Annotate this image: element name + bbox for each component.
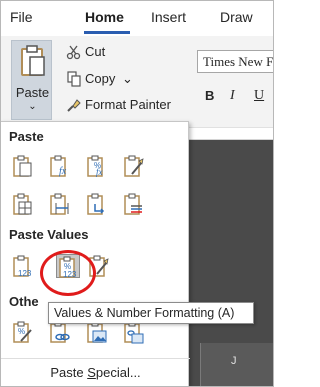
chevron-down-icon: ⌄ (122, 71, 133, 86)
tooltip: Values & Number Formatting (A) (48, 302, 254, 324)
font-name-input[interactable]: Times New F (197, 50, 274, 73)
menu-divider (1, 358, 190, 359)
paste-formatting-icon[interactable] (122, 192, 146, 216)
svg-text:%: % (18, 327, 25, 336)
format-painter-label: Format Painter (85, 97, 171, 112)
underline-button[interactable]: U (254, 88, 264, 104)
clipboard-icon (21, 45, 45, 76)
tab-draw[interactable]: Draw (220, 9, 253, 25)
column-header-row (200, 343, 274, 387)
cut-label: Cut (85, 44, 106, 59)
ribbon-home: Paste ⌄ Cut Copy ⌄ Format Painter Times … (0, 36, 274, 128)
paste-values-icon[interactable]: 123 (11, 254, 35, 278)
transpose-icon[interactable] (85, 192, 109, 216)
excel-window: File Home Insert Draw Paste ⌄ Cut Copy ⌄… (0, 0, 274, 387)
highlight-circle (40, 250, 96, 296)
paste-values-section-header: Paste Values (9, 227, 89, 242)
format-painter-button[interactable]: Format Painter (66, 97, 176, 115)
cut-button[interactable]: Cut (66, 44, 126, 62)
chevron-down-icon: ⌄ (28, 101, 37, 112)
other-paste-options-section-header: Othe (9, 294, 39, 309)
italic-button[interactable]: I (230, 88, 235, 104)
paste-button[interactable]: Paste ⌄ (11, 40, 52, 120)
paste-special-label-suffix: pecial... (95, 365, 141, 380)
keep-source-formatting-icon[interactable] (122, 154, 146, 178)
svg-text:fx: fx (59, 166, 67, 177)
copy-button[interactable]: Copy ⌄ (66, 71, 146, 89)
keep-source-column-widths-icon[interactable] (48, 192, 72, 216)
formula-bar-strip (188, 128, 274, 140)
paste-button-label: Paste (15, 85, 50, 100)
paste-special-label-accelerator: S (87, 365, 96, 380)
paste-formulas-icon[interactable]: fx (48, 154, 72, 178)
paste-icon[interactable] (11, 154, 35, 178)
tab-insert[interactable]: Insert (151, 9, 186, 25)
paste-section-header: Paste (9, 129, 44, 144)
column-header-j[interactable]: J (231, 355, 237, 367)
tab-home[interactable]: Home (85, 9, 124, 25)
paintbrush-icon (67, 99, 81, 112)
tab-file[interactable]: File (10, 9, 33, 25)
paste-dropdown-menu: Paste fx % fx Paste Values 123 % 123 Oth… (0, 121, 190, 387)
paste-formulas-number-formatting-icon[interactable]: % fx (85, 154, 109, 178)
ribbon-tabs: File Home Insert Draw (0, 0, 274, 36)
scissors-icon (66, 45, 81, 60)
paste-special-menu-item[interactable]: Paste Special... (1, 365, 190, 380)
copy-label: Copy (85, 71, 116, 86)
paste-special-label-prefix: Paste (50, 365, 88, 380)
copy-icon (67, 71, 81, 87)
svg-text:fx: fx (96, 167, 103, 177)
active-tab-indicator (84, 31, 130, 34)
svg-text:123: 123 (18, 269, 32, 278)
bold-button[interactable]: B (205, 88, 214, 103)
no-borders-icon[interactable] (11, 192, 35, 216)
paste-formatting-brush-icon[interactable]: % (11, 320, 35, 344)
